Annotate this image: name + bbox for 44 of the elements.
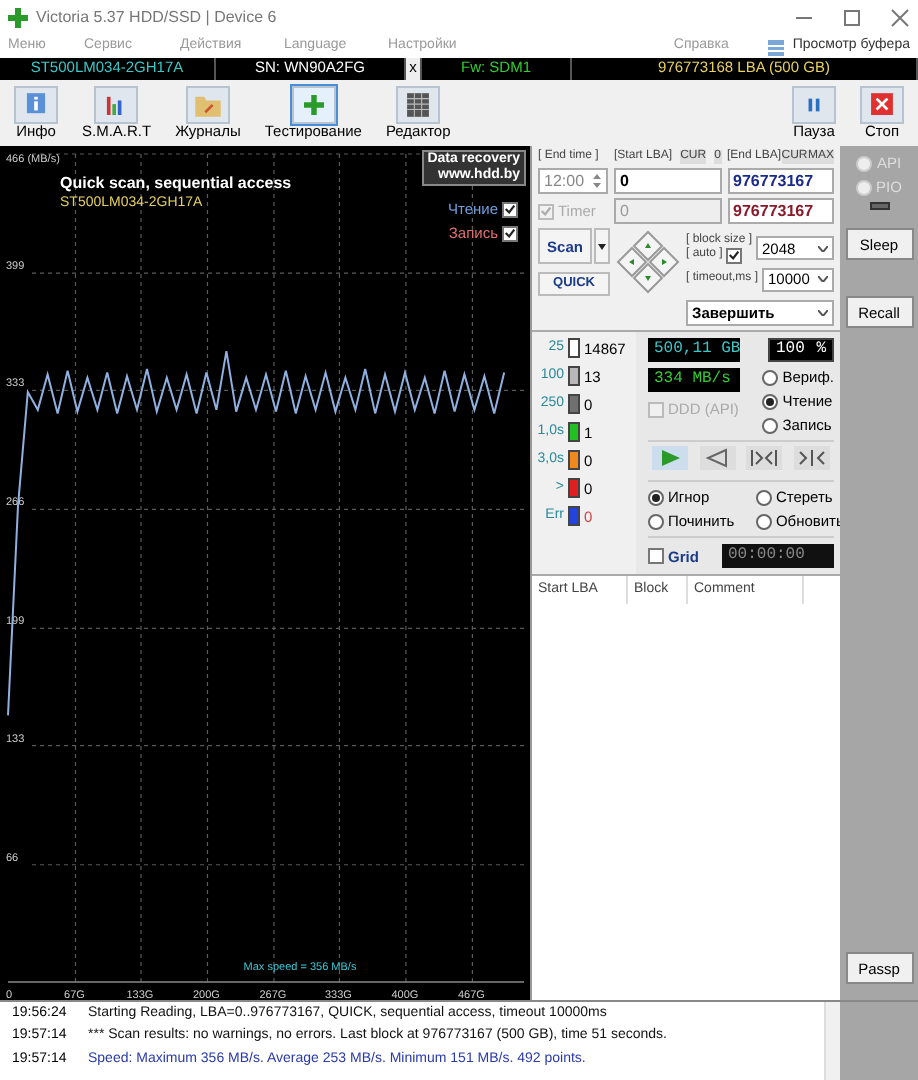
caret-icon [818, 276, 828, 283]
folder-icon [185, 86, 230, 124]
end-lba-field[interactable]: 976773167 [727, 168, 835, 195]
close-icon[interactable] [890, 8, 910, 28]
caret-icon [818, 310, 828, 317]
radio-button[interactable] [762, 417, 779, 434]
end-lba-field[interactable]: 976773167 [727, 198, 835, 225]
checkbox[interactable] [502, 225, 518, 241]
start-lba-field[interactable]: 0 [614, 168, 722, 195]
spin-arrows-icon [592, 172, 603, 191]
maximize-icon[interactable] [842, 8, 862, 28]
checkbox[interactable] [726, 247, 743, 264]
scrollbar[interactable] [824, 1002, 840, 1080]
checkbox[interactable] [502, 201, 518, 217]
checkbox[interactable] [648, 548, 664, 565]
chart-bars-icon [94, 86, 139, 124]
plus-icon [291, 86, 336, 124]
graph-title: Quick scan, sequential access [60, 174, 292, 192]
caret-icon [598, 243, 606, 250]
caret-icon [818, 245, 828, 252]
radio-button[interactable] [648, 513, 664, 530]
timer-field: 0 [614, 198, 722, 225]
radio-button[interactable] [648, 489, 664, 506]
play-icon[interactable] [652, 446, 688, 471]
pause-icon [792, 86, 836, 124]
radio-button[interactable] [755, 513, 772, 530]
dropdown-button[interactable] [594, 228, 610, 265]
percent-value: 100 [776, 340, 805, 360]
step-icon[interactable] [793, 446, 830, 471]
stop-icon [860, 86, 904, 124]
capacity-display: 500,11 GB [648, 338, 740, 363]
speed-display: 334 MB/s [648, 368, 740, 393]
clock-display: 00:00:00 [722, 544, 834, 569]
window-title: Victoria 5.37 HDD/SSD | Device 6 [36, 8, 277, 28]
percent-sign: % [816, 340, 826, 360]
radio-button[interactable] [762, 369, 779, 386]
time-spinner[interactable]: 12:00 [538, 168, 609, 195]
app-cross-icon [8, 8, 28, 28]
radio-button[interactable] [762, 393, 779, 410]
info-icon [14, 86, 58, 124]
reverse-play-icon[interactable] [699, 446, 736, 471]
radio-button[interactable] [755, 489, 772, 506]
skip-icon[interactable] [746, 446, 783, 471]
port-icon [869, 202, 889, 210]
